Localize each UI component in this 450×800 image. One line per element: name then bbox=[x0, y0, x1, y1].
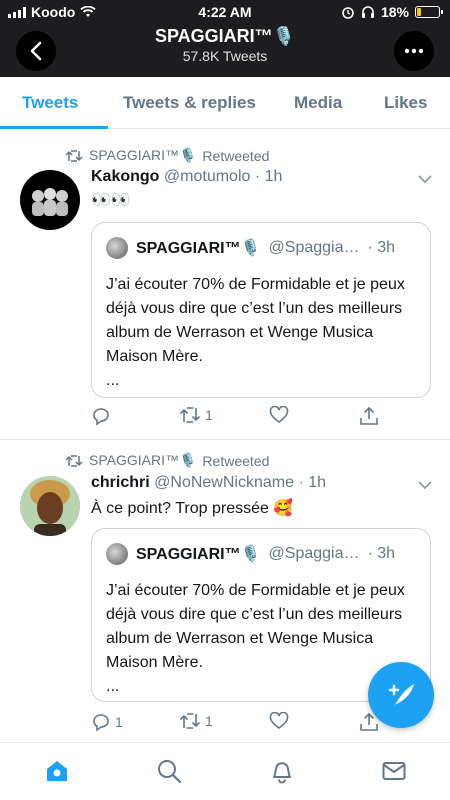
profile-tabs: Tweets Tweets & replies Media Likes bbox=[0, 77, 450, 129]
avatar[interactable] bbox=[20, 476, 80, 536]
tab-tweets-replies[interactable]: Tweets & replies bbox=[123, 93, 256, 113]
active-tab-indicator bbox=[0, 126, 108, 129]
retweet-context: SPAGGIARI™🎙️ Retweeted bbox=[65, 147, 269, 164]
tweet[interactable]: SPAGGIARI™🎙️ Retweeted Kakongo @motumolo… bbox=[0, 130, 450, 440]
retweet-icon bbox=[65, 454, 83, 467]
alarm-icon bbox=[342, 7, 354, 19]
messages-icon bbox=[382, 762, 406, 780]
quoted-author-name: SPAGGIARI™🎙️ bbox=[136, 240, 261, 257]
quoted-tweet[interactable]: SPAGGIARI™🎙️ @Spaggia… · 3h J’ai écouter… bbox=[91, 222, 431, 398]
avatar[interactable] bbox=[20, 170, 80, 230]
tweet-time: · 1h bbox=[254, 168, 283, 185]
nav-messages[interactable] bbox=[380, 757, 408, 785]
share-button[interactable] bbox=[359, 406, 379, 426]
tweet-time: · 1h bbox=[298, 474, 327, 491]
quoted-tweet-text: J’ai écouter 70% de Formidable et je peu… bbox=[106, 273, 424, 393]
retweet-button[interactable]: 1 bbox=[179, 406, 213, 424]
nav-notifications[interactable] bbox=[268, 757, 296, 785]
reply-icon bbox=[93, 714, 109, 732]
profile-header: Koodo 4:22 AM 18% SPAGGIARI™🎙️ 57.8K Twe… bbox=[0, 0, 450, 77]
like-button[interactable] bbox=[269, 712, 293, 730]
quoted-tweet-header: SPAGGIARI™🎙️ @Spaggia… · 3h bbox=[106, 237, 395, 259]
headphones-icon bbox=[361, 6, 374, 18]
retweeted-by-name[interactable]: SPAGGIARI™🎙️ bbox=[89, 147, 196, 164]
author-handle: @NoNewNickname bbox=[154, 474, 294, 491]
quoted-text-body: J’ai écouter 70% de Formidable et je peu… bbox=[106, 582, 405, 671]
nav-search[interactable] bbox=[155, 757, 183, 785]
like-button[interactable] bbox=[269, 406, 293, 424]
reply-button[interactable]: 1 bbox=[91, 712, 123, 732]
tweet-text: 👀👀 bbox=[91, 192, 131, 209]
compose-tweet-button[interactable] bbox=[368, 662, 434, 728]
avatar-image bbox=[20, 476, 80, 536]
home-icon bbox=[47, 761, 67, 781]
reply-icon bbox=[93, 408, 109, 426]
author-handle: @motumolo bbox=[163, 168, 251, 185]
search-icon bbox=[158, 760, 182, 784]
reply-count: 1 bbox=[115, 714, 123, 730]
retweeted-label: Retweeted bbox=[202, 147, 270, 164]
retweet-icon bbox=[179, 407, 201, 423]
quoted-author-handle: @Spaggia… bbox=[268, 545, 360, 562]
tweet-header: Kakongo @motumolo · 1h bbox=[91, 168, 282, 186]
compose-tweet-icon bbox=[388, 684, 414, 707]
tweet-actions: 1 bbox=[91, 406, 431, 430]
author-name[interactable]: Kakongo bbox=[91, 168, 159, 185]
quoted-tweet-header: SPAGGIARI™🎙️ @Spaggia… · 3h bbox=[106, 543, 395, 565]
heart-icon bbox=[269, 406, 289, 423]
tweet-text: À ce point? Trop pressée 🥰 bbox=[91, 500, 294, 517]
retweet-count: 1 bbox=[205, 713, 213, 729]
retweeted-label: Retweeted bbox=[202, 452, 270, 469]
tab-tweets[interactable]: Tweets bbox=[22, 93, 78, 113]
profile-name: SPAGGIARI™🎙️ bbox=[154, 26, 296, 46]
battery-fill bbox=[417, 8, 421, 16]
avatar-image bbox=[32, 188, 68, 216]
chevron-down-icon[interactable] bbox=[418, 478, 432, 492]
retweet-count: 1 bbox=[205, 407, 213, 423]
tab-likes[interactable]: Likes bbox=[384, 93, 427, 113]
reply-button[interactable] bbox=[91, 406, 115, 426]
retweet-context: SPAGGIARI™🎙️ Retweeted bbox=[65, 452, 269, 469]
quoted-tweet-time: · 3h bbox=[367, 545, 396, 562]
retweet-icon bbox=[179, 713, 201, 729]
tab-media[interactable]: Media bbox=[294, 93, 342, 113]
quoted-author-name: SPAGGIARI™🎙️ bbox=[136, 546, 261, 563]
chevron-down-icon[interactable] bbox=[418, 172, 432, 186]
quoted-text-body: J’ai écouter 70% de Formidable et je peu… bbox=[106, 276, 405, 365]
retweet-icon bbox=[65, 149, 83, 162]
more-icon bbox=[404, 48, 424, 54]
battery-icon bbox=[415, 6, 443, 18]
quoted-tweet-time: · 3h bbox=[367, 239, 396, 256]
author-name[interactable]: chrichri bbox=[91, 474, 150, 491]
nav-home[interactable] bbox=[43, 757, 71, 785]
more-options-button[interactable] bbox=[394, 31, 434, 71]
tweet-count: 57.8K Tweets bbox=[182, 48, 268, 64]
quoted-avatar bbox=[106, 543, 128, 565]
quoted-text-ellipsis: ... bbox=[106, 372, 120, 389]
share-icon bbox=[360, 406, 378, 425]
bottom-nav bbox=[0, 742, 450, 800]
notifications-icon bbox=[273, 762, 291, 784]
quoted-avatar bbox=[106, 237, 128, 259]
retweeted-by-name[interactable]: SPAGGIARI™🎙️ bbox=[89, 452, 196, 469]
retweet-button[interactable]: 1 bbox=[179, 712, 213, 730]
status-bar: Koodo 4:22 AM 18% bbox=[0, 0, 450, 24]
tweet-header: chrichri @NoNewNickname · 1h bbox=[91, 474, 326, 492]
battery-percent: 18% bbox=[380, 4, 409, 20]
quoted-author-handle: @Spaggia… bbox=[268, 239, 360, 256]
heart-icon bbox=[269, 712, 289, 729]
